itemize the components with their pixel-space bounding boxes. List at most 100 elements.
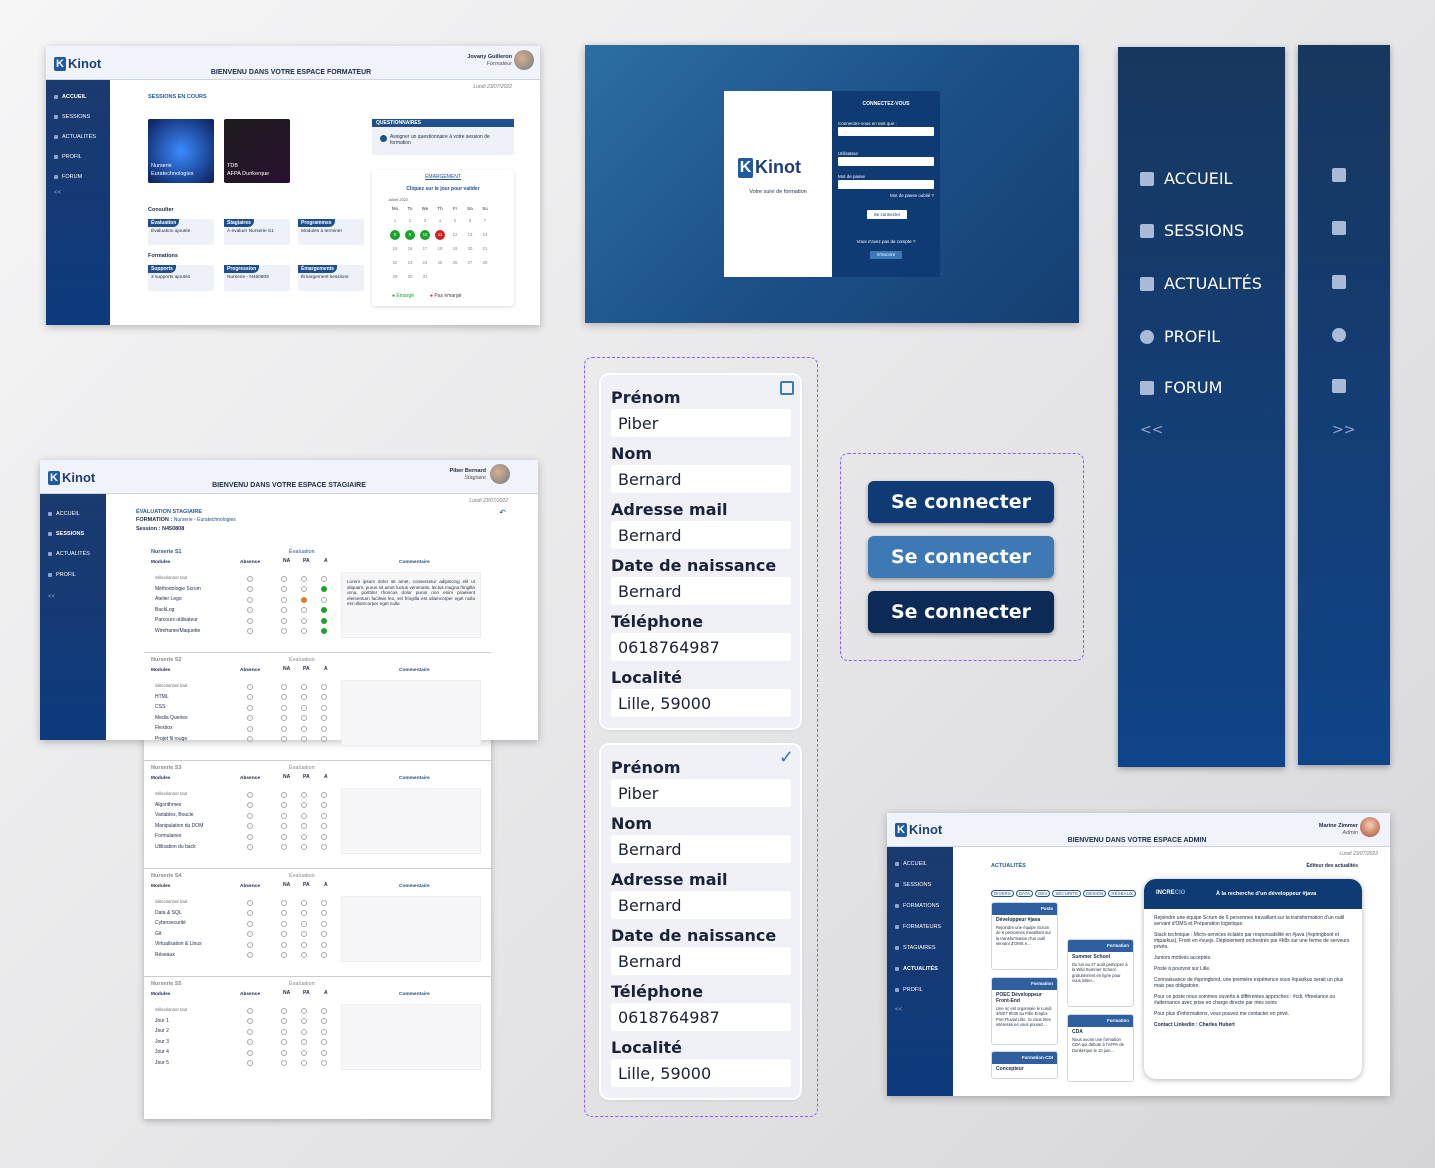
- select-all[interactable]: Sélectionner tout: [155, 575, 187, 580]
- grid-icon[interactable]: [1332, 168, 1346, 182]
- collapse-button[interactable]: <<: [1140, 422, 1163, 438]
- sidebar-item-forum[interactable]: FORUM: [1140, 378, 1222, 397]
- comment-box[interactable]: [341, 1004, 481, 1070]
- login-button-pressed[interactable]: Se connecter: [868, 591, 1054, 633]
- rating-radio[interactable]: [247, 941, 253, 948]
- sidebar-item-2[interactable]: FORMATIONS: [895, 903, 939, 909]
- back-arrow-icon[interactable]: ↶: [499, 508, 506, 517]
- rating-radio[interactable]: [301, 1018, 307, 1024]
- rating-radio[interactable]: [321, 931, 327, 937]
- rating-radio[interactable]: [247, 1007, 253, 1014]
- avatar[interactable]: [1360, 817, 1380, 837]
- logo[interactable]: K Kinot: [48, 470, 95, 485]
- rating-radio[interactable]: [321, 704, 327, 711]
- rating-radio[interactable]: [301, 694, 307, 700]
- login-button-hover[interactable]: Se connecter: [868, 536, 1054, 578]
- card-programmes[interactable]: Programmes Modules à terminer: [298, 219, 364, 245]
- tag-filter[interactable]: DATA: [1015, 890, 1034, 897]
- rating-radio[interactable]: [321, 833, 327, 840]
- password-input[interactable]: [838, 180, 934, 189]
- rating-radio[interactable]: [281, 1018, 287, 1024]
- rating-radio[interactable]: [301, 575, 307, 582]
- rating-radio[interactable]: [301, 833, 307, 840]
- rating-radio[interactable]: [247, 812, 253, 819]
- rating-radio[interactable]: [321, 715, 327, 721]
- rating-radio[interactable]: [247, 617, 253, 624]
- rating-radio[interactable]: [321, 628, 327, 634]
- news-card[interactable]: Formation Summer School Du lun au 27 août …: [1067, 939, 1134, 1007]
- calendar-day[interactable]: 22: [390, 258, 400, 268]
- rating-radio[interactable]: [301, 931, 307, 937]
- rating-radio[interactable]: [301, 812, 307, 819]
- rating-radio[interactable]: [281, 920, 287, 927]
- rating-radio[interactable]: [281, 715, 287, 721]
- rating-radio[interactable]: [301, 952, 307, 958]
- sidebar-item-4[interactable]: STAGIAIRES: [895, 945, 936, 951]
- comment-box[interactable]: Lorem ipsum dolor sit amet, consectetur …: [341, 572, 481, 638]
- rating-radio[interactable]: [321, 910, 327, 916]
- rating-radio[interactable]: [247, 586, 253, 592]
- rating-radio[interactable]: [321, 596, 327, 603]
- rating-radio[interactable]: [321, 791, 327, 798]
- calendar-day[interactable]: 24: [420, 258, 430, 268]
- rating-radio[interactable]: [301, 725, 307, 732]
- rating-radio[interactable]: [281, 844, 287, 850]
- rating-radio[interactable]: [321, 736, 327, 742]
- field-value[interactable]: Bernard: [611, 891, 791, 919]
- rating-radio[interactable]: [301, 844, 307, 850]
- sidebar-item-accueil[interactable]: ACCUEIL: [48, 511, 80, 517]
- rating-radio[interactable]: [301, 1049, 307, 1056]
- calendar-day[interactable]: 17: [420, 244, 430, 254]
- calendar-day[interactable]: 29: [390, 272, 400, 282]
- rating-radio[interactable]: [281, 704, 287, 711]
- rating-radio[interactable]: [301, 628, 307, 634]
- rating-radio[interactable]: [301, 1039, 307, 1045]
- sidebar-item-actualites[interactable]: ACTUALITÉS: [48, 551, 90, 557]
- calendar-icon[interactable]: [1332, 275, 1346, 289]
- rating-radio[interactable]: [247, 1039, 253, 1045]
- login-button[interactable]: Se connecter: [867, 210, 907, 219]
- rating-radio[interactable]: [247, 833, 253, 840]
- rating-radio[interactable]: [321, 617, 327, 624]
- expand-button[interactable]: >>: [1332, 422, 1355, 438]
- news-card[interactable]: Formation CDA Nous avons une formation CDA…: [1067, 1014, 1134, 1082]
- rating-radio[interactable]: [281, 628, 287, 634]
- rating-radio[interactable]: [247, 931, 253, 937]
- rating-radio[interactable]: [281, 802, 287, 808]
- session-card-nurserie[interactable]: Nurserie Euratechnologies: [148, 119, 214, 183]
- rating-radio[interactable]: [301, 802, 307, 808]
- sidebar-item-actualites[interactable]: ACTUALITÉS: [54, 134, 96, 140]
- rating-radio[interactable]: [247, 607, 253, 613]
- questionnaire-panel[interactable]: QUESTIONNAIRES Assigner un questionnaire…: [372, 119, 514, 155]
- rating-radio[interactable]: [247, 1028, 253, 1035]
- rating-radio[interactable]: [247, 704, 253, 711]
- rating-radio[interactable]: [301, 941, 307, 948]
- sidebar-item-6[interactable]: PROFIL: [895, 987, 923, 993]
- rating-radio[interactable]: [247, 844, 253, 850]
- calendar-day[interactable]: 26: [450, 258, 460, 268]
- rating-radio[interactable]: [281, 575, 287, 582]
- avatar[interactable]: [514, 50, 534, 70]
- calendar-day[interactable]: 12: [450, 230, 460, 240]
- rating-radio[interactable]: [301, 823, 307, 829]
- calendar-day[interactable]: 2: [405, 216, 415, 226]
- rating-radio[interactable]: [301, 683, 307, 690]
- rating-radio[interactable]: [247, 725, 253, 732]
- rating-radio[interactable]: [301, 1060, 307, 1066]
- card-supports[interactable]: Supports 3 supports ajoutés: [148, 265, 214, 291]
- card-emargements[interactable]: Émargements Émargement sessions: [298, 265, 364, 291]
- card-stagiaires[interactable]: Stagiaires À évaluer Nurserie S1: [224, 219, 290, 245]
- rating-radio[interactable]: [301, 586, 307, 592]
- rating-radio[interactable]: [301, 617, 307, 624]
- sidebar-item-0[interactable]: ACCUEIL: [895, 861, 927, 867]
- rating-radio[interactable]: [281, 823, 287, 829]
- collapse-button[interactable]: <<: [895, 1007, 902, 1013]
- session-card-tdb[interactable]: TDB AFPA Dunkerque: [224, 119, 290, 183]
- rating-radio[interactable]: [281, 617, 287, 624]
- rating-radio[interactable]: [301, 704, 307, 711]
- chat-icon[interactable]: [1332, 379, 1346, 393]
- rating-radio[interactable]: [301, 791, 307, 798]
- select-all[interactable]: Sélectionner tout: [155, 1007, 187, 1012]
- rating-radio[interactable]: [321, 1049, 327, 1056]
- editor-link[interactable]: Éditeur des actualités: [1306, 863, 1358, 869]
